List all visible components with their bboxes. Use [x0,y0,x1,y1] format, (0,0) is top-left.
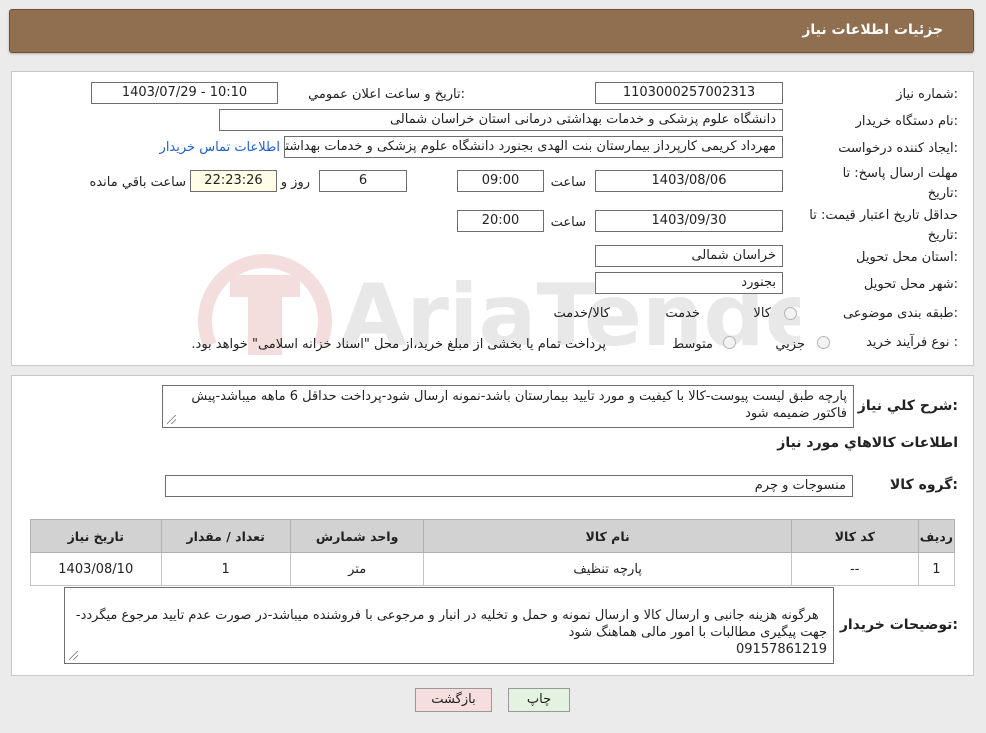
buyer-notes-label: توضيحات خريدار: [839,617,958,633]
city-label: شهر محل تحويل: [863,277,958,292]
col-row: رديف [917,519,956,553]
city-field: بجنورد [595,272,783,294]
validity-date-field: 1403/09/30 [595,210,783,232]
page-header: جزئیات اطلاعات نیاز [9,9,974,53]
cell-name: پارچه تنظیف [423,552,792,586]
print-button[interactable]: چاپ [508,688,570,712]
col-quantity: تعداد / مقدار [160,519,291,553]
buyer-org-label: نام دستگاه خريدار: [855,114,958,129]
days-label: روز و [280,175,310,190]
province-field: خراسان شمالی [595,245,783,267]
goods-table: رديف کد کالا نام کالا واحد شمارش تعداد /… [30,519,956,586]
page-title: جزئیات اطلاعات نیاز [802,22,943,38]
validity-label-line1: حداقل تاريخ اعتبار قيمت: تا [809,208,958,223]
buyer-notes-textarea[interactable]: هرگونه هزینه جانبی و ارسال کالا و ارسال … [64,587,834,664]
process-option-minor: جزيي [775,337,805,352]
buyer-org-field: دانشگاه علوم پزشکی و خدمات بهداشتی درمان… [219,109,783,131]
resize-grip-icon[interactable] [167,415,176,424]
cell-code: -- [790,552,919,586]
validity-time-field: 20:00 [457,210,544,232]
need-number-field: 1103000257002313 [595,82,783,104]
announce-field: 1403/07/29 - 10:10 [91,82,278,104]
category-option-service: خدمت [665,306,700,321]
buyer-contact-link[interactable]: اطلاعات تماس خريدار [160,140,280,155]
deadline-label-line2: تاريخ: [927,186,958,201]
resize-grip-icon[interactable] [69,651,78,660]
process-radio-minor[interactable] [817,336,830,349]
process-label: نوع فرآيند خريد : [866,335,958,350]
goods-info-title: اطلاعات کالاهاي مورد نياز [777,435,958,451]
deadline-time-field: 09:00 [457,170,544,192]
category-radio-goods[interactable] [784,307,797,320]
goods-group-label: گروه کالا: [889,477,958,493]
deadline-label-line1: مهلت ارسال پاسخ: تا [842,166,958,181]
col-name: نام کالا [423,519,792,553]
buyer-notes-text: هرگونه هزینه جانبی و ارسال کالا و ارسال … [75,608,827,657]
validity-label-line2: تاريخ: [927,228,958,243]
validity-time-label: ساعت [550,215,586,230]
province-label: استان محل تحويل: [856,250,958,265]
deadline-date-field: 1403/08/06 [595,170,783,192]
goods-table-header: رديف کد کالا نام کالا واحد شمارش تعداد /… [30,519,956,553]
creator-field: مهرداد کریمی کارپرداز بیمارستان بنت الهد… [284,136,783,158]
summary-textarea[interactable]: پارچه طبق لیست پیوست-کالا با کیفیت و مور… [162,385,854,428]
validity-label: حداقل تاريخ اعتبار قيمت: تا تاريخ: [809,206,958,246]
process-option-medium: متوسط [672,337,713,352]
need-number-label: شماره نیاز: [896,87,958,102]
cell-unit: متر [289,552,425,586]
remaining-label: ساعت باقي مانده [89,175,186,190]
announce-label: تاریخ و ساعت اعلان عمومي: [308,87,465,102]
summary-label: شرح کلي نياز: [857,398,958,414]
col-code: کد کالا [790,519,919,553]
category-option-goods-service: کالا/خدمت [553,306,610,321]
deadline-label: مهلت ارسال پاسخ: تا تاريخ: [843,164,958,204]
process-radio-medium[interactable] [723,336,736,349]
deadline-time-label: ساعت [550,175,586,190]
creator-label: ايجاد کننده درخواست: [838,141,958,156]
cell-date: 1403/08/10 [30,552,162,586]
back-button[interactable]: بازگشت [415,688,492,712]
days-field: 6 [319,170,407,192]
col-date: تاريخ نياز [30,519,162,553]
goods-group-field: منسوجات و چرم [165,475,853,497]
process-note: پرداخت تمام یا بخشی از مبلغ خرید،از محل … [191,337,606,352]
category-option-goods: کالا [753,306,771,321]
cell-row: 1 [917,552,956,586]
col-unit: واحد شمارش [289,519,425,553]
summary-text: پارچه طبق لیست پیوست-کالا با کیفیت و مور… [191,389,847,421]
remaining-time-field: 22:23:26 [190,170,277,192]
table-row: 1 -- پارچه تنظیف متر 1 1403/08/10 [30,552,956,586]
cell-quantity: 1 [160,552,291,586]
category-label: طبقه بندی موضوعی: [842,306,958,321]
